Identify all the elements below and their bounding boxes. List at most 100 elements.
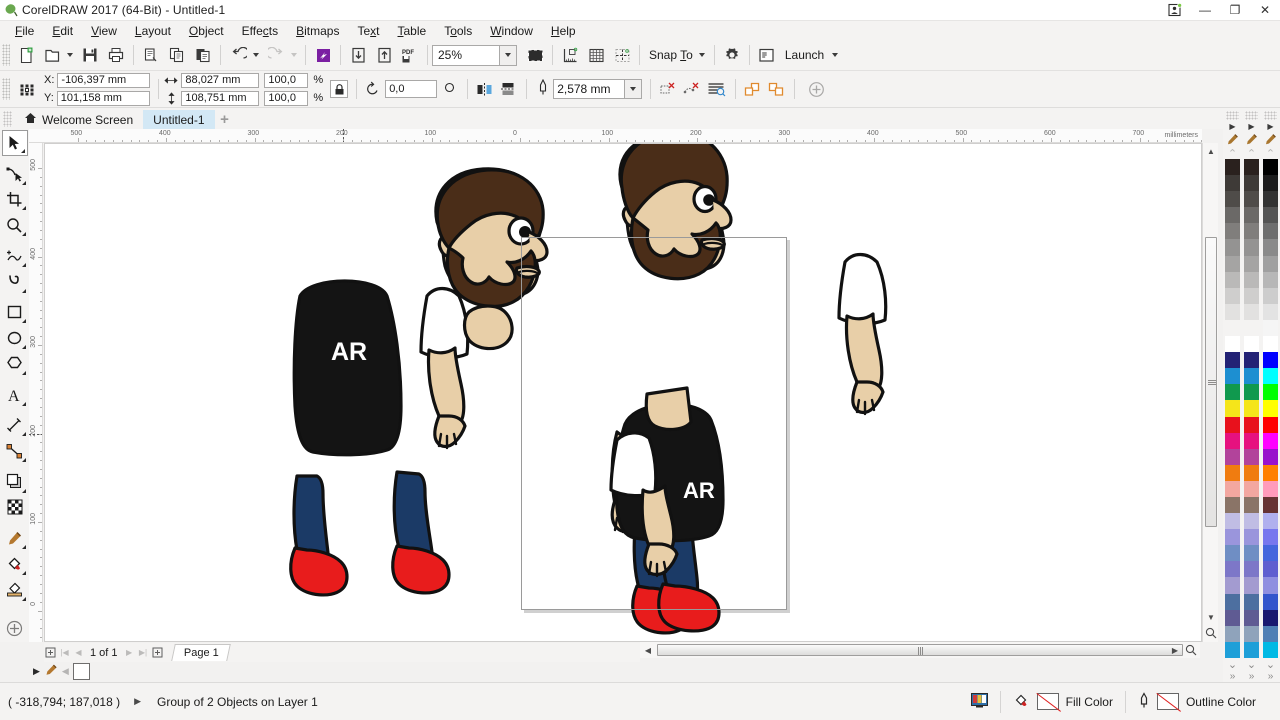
color-swatch[interactable] bbox=[1224, 641, 1241, 658]
color-swatch[interactable] bbox=[1224, 271, 1241, 288]
color-swatch[interactable] bbox=[1243, 641, 1260, 658]
tab-welcome-screen[interactable]: Welcome Screen bbox=[14, 110, 143, 129]
current-color-swatch[interactable] bbox=[72, 662, 90, 680]
color-swatch[interactable] bbox=[1224, 625, 1241, 642]
color-proof-settings[interactable] bbox=[959, 683, 1000, 720]
lock-ratio-icon[interactable] bbox=[330, 80, 349, 98]
fill-tool-flyout-icon[interactable] bbox=[21, 570, 26, 575]
polygon-tool-flyout-icon[interactable] bbox=[21, 370, 26, 375]
launch-button[interactable]: Launch bbox=[780, 43, 843, 67]
palette-scroll-down-icon[interactable]: ⌄ bbox=[1224, 658, 1241, 671]
color-swatch[interactable] bbox=[1262, 432, 1279, 449]
color-swatch[interactable] bbox=[1243, 480, 1260, 497]
scroll-down-arrow-icon[interactable]: ▼ bbox=[1203, 610, 1219, 624]
color-swatch[interactable] bbox=[1262, 416, 1279, 433]
horizontal-ruler[interactable]: 500 400 300 200 100 0 100 200 300 400 500 600 700 mil… bbox=[29, 129, 1202, 143]
palette-expand-icon[interactable]: » bbox=[1262, 670, 1279, 682]
redo-arrow-icon[interactable] bbox=[263, 42, 289, 68]
color-swatch[interactable] bbox=[1262, 593, 1279, 610]
scale-x-input[interactable]: 100,0 bbox=[264, 72, 309, 88]
color-swatch[interactable] bbox=[1224, 287, 1241, 304]
color-swatch[interactable] bbox=[1243, 159, 1260, 176]
pick-tool[interactable] bbox=[1, 130, 28, 156]
last-page-icon[interactable]: ▶| bbox=[137, 644, 150, 661]
color-swatch[interactable] bbox=[1243, 352, 1260, 369]
color-swatch[interactable] bbox=[1262, 513, 1279, 530]
first-page-icon[interactable]: |◀ bbox=[58, 644, 71, 661]
palette-scroll-down-icon[interactable]: ⌄ bbox=[1243, 658, 1260, 671]
color-swatch[interactable] bbox=[1243, 384, 1260, 401]
smart-fill-flyout-icon[interactable] bbox=[21, 596, 26, 601]
menu-object[interactable]: Object bbox=[180, 22, 233, 40]
color-swatch[interactable] bbox=[1224, 416, 1241, 433]
color-swatch[interactable] bbox=[1243, 625, 1260, 642]
color-swatch[interactable] bbox=[1224, 352, 1241, 369]
connector-tool-flyout-icon[interactable] bbox=[21, 457, 26, 462]
drop-shadow-flyout-icon[interactable] bbox=[21, 488, 26, 493]
zoom-level-input[interactable]: 25% bbox=[432, 44, 500, 66]
color-swatch[interactable] bbox=[1262, 496, 1279, 514]
scale-y-input[interactable]: 100,0 bbox=[264, 90, 309, 106]
x-position-input[interactable]: -106,397 mm bbox=[57, 72, 151, 88]
color-swatch[interactable] bbox=[1224, 513, 1241, 530]
freehand-tool-flyout-icon[interactable] bbox=[21, 262, 26, 267]
add-page-after-icon[interactable] bbox=[151, 644, 164, 661]
color-swatch[interactable] bbox=[1262, 159, 1279, 176]
color-swatch[interactable] bbox=[1224, 545, 1241, 562]
color-swatch[interactable] bbox=[1262, 303, 1279, 320]
palette-grip[interactable] bbox=[1264, 111, 1277, 120]
color-swatch[interactable] bbox=[1224, 464, 1241, 481]
zoom-tool[interactable] bbox=[2, 212, 28, 238]
color-swatch[interactable] bbox=[1243, 287, 1260, 304]
color-swatch[interactable] bbox=[1262, 448, 1279, 465]
color-swatch[interactable] bbox=[1262, 175, 1279, 192]
color-swatch[interactable] bbox=[1224, 207, 1241, 224]
previous-swatch-icon[interactable]: ◀ bbox=[62, 666, 69, 677]
color-swatch[interactable] bbox=[1243, 513, 1260, 530]
undo-dropdown-icon[interactable] bbox=[253, 53, 259, 57]
toolbar-grip[interactable] bbox=[2, 44, 10, 66]
parallel-dimension-tool[interactable] bbox=[2, 412, 28, 438]
mirror-vertically-icon[interactable] bbox=[496, 77, 520, 101]
color-swatch[interactable] bbox=[1262, 577, 1279, 594]
fill-color-swatch-none[interactable] bbox=[1036, 693, 1059, 710]
user-account-icon[interactable] bbox=[1160, 0, 1190, 21]
angle-of-rotation-icon[interactable] bbox=[361, 77, 385, 101]
y-position-input[interactable]: 101,158 mm bbox=[56, 90, 150, 106]
menu-text[interactable]: Text bbox=[348, 22, 388, 40]
property-bar-grip[interactable] bbox=[2, 78, 10, 100]
eyedropper-icon[interactable] bbox=[1224, 132, 1241, 147]
color-swatch[interactable] bbox=[1262, 400, 1279, 417]
drawing-canvas[interactable]: AR AR bbox=[44, 143, 1202, 642]
color-swatch[interactable] bbox=[1224, 303, 1241, 320]
eyedropper-flyout-icon[interactable] bbox=[21, 544, 26, 549]
status-expand-arrow-icon[interactable]: ▶ bbox=[134, 696, 141, 707]
menu-effects[interactable]: Effects bbox=[233, 22, 287, 40]
outline-color-status[interactable]: Outline Color bbox=[1126, 683, 1268, 720]
color-swatch[interactable] bbox=[1224, 336, 1241, 353]
palette-expand-icon[interactable]: » bbox=[1224, 670, 1241, 682]
document-page[interactable] bbox=[521, 237, 787, 610]
color-swatch[interactable] bbox=[1243, 303, 1260, 320]
palette-grip[interactable] bbox=[1245, 111, 1258, 120]
gear-options-icon[interactable] bbox=[719, 42, 745, 68]
menu-tools[interactable]: Tools bbox=[435, 22, 481, 40]
color-swatch[interactable] bbox=[1262, 384, 1279, 401]
polygon-tool[interactable] bbox=[2, 351, 28, 377]
menu-bitmaps[interactable]: Bitmaps bbox=[287, 22, 348, 40]
artistic-media-tool[interactable] bbox=[2, 269, 28, 295]
eyedropper-icon[interactable] bbox=[44, 663, 58, 680]
color-swatch[interactable] bbox=[1243, 577, 1260, 594]
color-swatch[interactable] bbox=[1224, 239, 1241, 256]
color-swatch[interactable] bbox=[1262, 625, 1279, 642]
color-swatch[interactable] bbox=[1224, 593, 1241, 610]
color-swatch[interactable] bbox=[1262, 319, 1279, 337]
color-swatch[interactable] bbox=[1224, 255, 1241, 272]
color-swatch[interactable] bbox=[1262, 561, 1279, 578]
color-swatch[interactable] bbox=[1243, 400, 1260, 417]
palette-grip[interactable] bbox=[1226, 111, 1239, 120]
color-swatch[interactable] bbox=[1243, 464, 1260, 481]
color-swatch[interactable] bbox=[1224, 480, 1241, 497]
crop-tool-flyout-icon[interactable] bbox=[21, 206, 26, 211]
menu-file[interactable]: FFileile bbox=[6, 22, 43, 40]
